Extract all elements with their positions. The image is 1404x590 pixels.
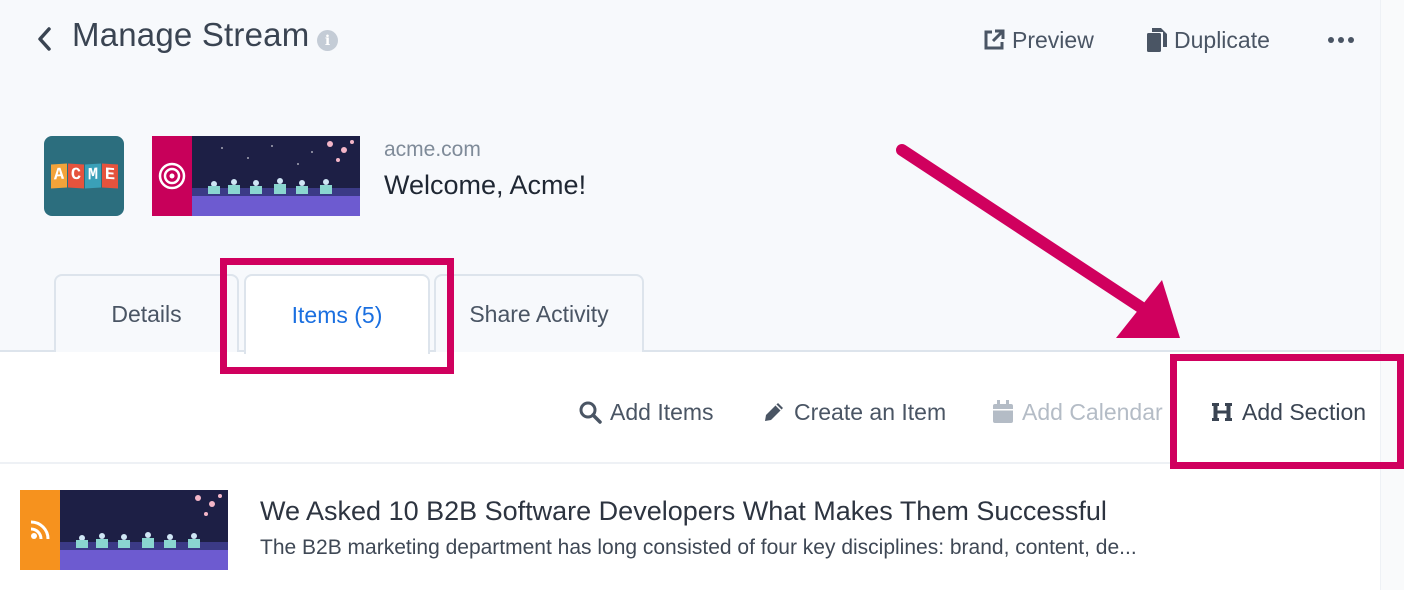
create-item-button[interactable]: Create an Item [762,392,946,432]
preview-button[interactable]: Preview [982,20,1094,60]
duplicate-button[interactable]: Duplicate [1146,20,1270,60]
dot-icon [1338,37,1344,43]
duplicate-label: Duplicate [1174,26,1270,53]
target-icon [158,162,186,190]
rss-feed-icon [30,520,50,540]
info-icon[interactable]: i [317,30,338,51]
copy-icon [1147,28,1167,52]
annotation-arrow-icon [896,144,1180,338]
pencil-icon [765,403,783,421]
tab-share-activity[interactable]: Share Activity [434,274,644,352]
items-tab-highlight-box [220,258,454,374]
stream-domain: acme.com [384,138,481,161]
external-link-icon [984,29,1005,50]
logo-letters: A C M E [50,163,118,189]
add-section-highlight-box [1170,354,1404,469]
tab-label: Share Activity [469,300,609,327]
item-type-strip [20,490,60,570]
add-calendar-button[interactable]: Add Calendar [992,392,1163,432]
page-header: Manage Stream i Preview Duplicate [0,0,1380,80]
more-options-button[interactable] [1326,26,1356,54]
page-title: Manage Stream [72,16,310,53]
dot-icon [1348,37,1354,43]
logo-letter: C [67,163,84,189]
item-description: The B2B marketing department has long co… [260,536,1137,559]
logo-letter: A [50,163,67,189]
create-item-label: Create an Item [794,398,947,425]
stream-welcome-title: Welcome, Acme! [384,170,587,200]
tab-label: Details [111,300,182,327]
stream-logo: A C M E [44,136,124,216]
logo-letter: M [84,163,101,189]
search-icon [579,401,602,424]
scrollbar[interactable] [1380,0,1404,590]
tab-details[interactable]: Details [54,274,239,352]
item-thumbnail [20,490,228,570]
item-title: We Asked 10 B2B Software Developers What… [260,496,1107,526]
add-calendar-label: Add Calendar [1022,398,1163,425]
dot-icon [1328,37,1334,43]
add-items-button[interactable]: Add Items [578,392,714,432]
list-item[interactable]: We Asked 10 B2B Software Developers What… [0,470,1380,590]
banner-side-strip [152,136,192,216]
back-button[interactable] [30,22,58,56]
preview-label: Preview [1012,26,1094,53]
calendar-icon [993,400,1013,423]
logo-letter: E [101,163,118,189]
add-items-label: Add Items [610,398,714,425]
chevron-left-icon [38,27,51,51]
stream-banner-image [152,136,360,216]
